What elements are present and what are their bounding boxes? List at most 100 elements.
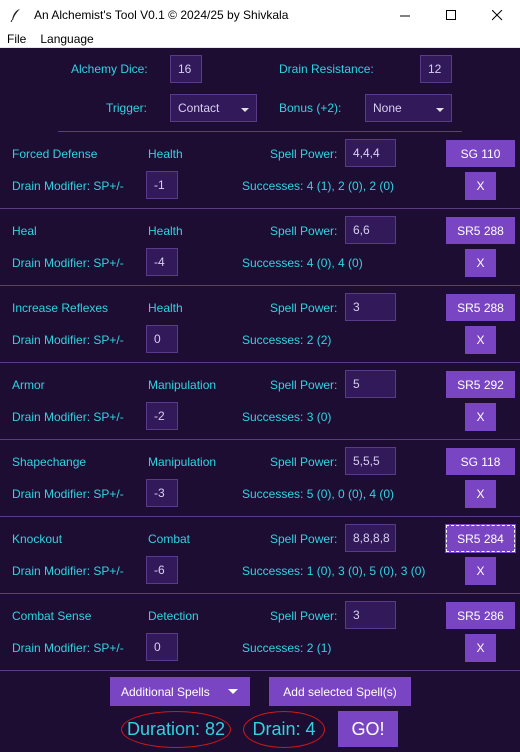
spell-power-input[interactable]: 4,4,4 xyxy=(345,139,396,167)
spell-successes: Successes: 4 (0), 4 (0) xyxy=(242,256,363,270)
feather-pen-icon xyxy=(8,7,24,23)
drain-modifier-input[interactable]: 0 xyxy=(146,633,178,661)
menu-language[interactable]: Language xyxy=(33,32,100,46)
drain-text: Drain: 4 xyxy=(252,719,316,739)
spell-power-label: Spell Power: xyxy=(270,378,338,392)
add-selected-spells-button[interactable]: Add selected Spell(s) xyxy=(269,677,411,706)
spell-row: Knockout Combat Spell Power: 8,8,8,8 SR5 284… xyxy=(0,517,520,594)
spell-successes: Successes: 1 (0), 3 (0), 5 (0), 3 (0) xyxy=(242,564,426,578)
spell-category: Health xyxy=(148,147,183,161)
remove-spell-button[interactable]: X xyxy=(465,480,496,508)
minimize-icon[interactable] xyxy=(382,0,428,30)
spell-row: Forced Defense Health Spell Power: 4,4,4 SG … xyxy=(0,132,520,209)
spell-source-button[interactable]: SG 110 xyxy=(446,140,515,167)
chevron-down-icon xyxy=(228,689,238,694)
drain-modifier-label: Drain Modifier: SP+/- xyxy=(12,333,124,347)
remove-spell-button[interactable]: X xyxy=(465,634,496,662)
spell-power-input[interactable]: 5 xyxy=(345,370,396,398)
spell-power-input[interactable]: 6,6 xyxy=(345,216,396,244)
drain-resistance-label: Drain Resistance: xyxy=(279,62,374,76)
drain-modifier-input[interactable]: -1 xyxy=(146,171,178,199)
drain-modifier-input[interactable]: -4 xyxy=(146,248,178,276)
drain-modifier-label: Drain Modifier: SP+/- xyxy=(12,256,124,270)
drain-resistance-input[interactable]: 12 xyxy=(420,55,452,83)
spell-successes: Successes: 5 (0), 0 (0), 4 (0) xyxy=(242,487,395,501)
trigger-value: Contact xyxy=(178,101,220,115)
duration-readout: Duration: 82 xyxy=(121,711,231,748)
bonus-dropdown[interactable]: None xyxy=(365,94,452,122)
spell-row: Shapechange Manipulation Spell Power: 5,5,5… xyxy=(0,440,520,517)
menu-file[interactable]: File xyxy=(0,32,33,46)
spell-successes: Successes: 2 (2) xyxy=(242,333,332,347)
close-icon[interactable] xyxy=(474,0,520,30)
spell-power-label: Spell Power: xyxy=(270,609,338,623)
spell-power-label: Spell Power: xyxy=(270,455,338,469)
alchemy-dice-label: Alchemy Dice: xyxy=(71,62,148,76)
spell-power-label: Spell Power: xyxy=(270,147,338,161)
remove-spell-button[interactable]: X xyxy=(465,326,496,354)
spell-row: Heal Health Spell Power: 6,6 SR5 288 Drain Mo… xyxy=(0,209,520,286)
spell-power-input[interactable]: 8,8,8,8 xyxy=(345,524,396,552)
spell-name: Heal xyxy=(12,224,37,238)
spell-category: Detection xyxy=(148,609,199,623)
spell-power-label: Spell Power: xyxy=(270,301,338,315)
drain-modifier-label: Drain Modifier: SP+/- xyxy=(12,641,124,655)
drain-modifier-label: Drain Modifier: SP+/- xyxy=(12,410,124,424)
spell-successes: Successes: 4 (1), 2 (0), 2 (0) xyxy=(242,179,395,193)
duration-text: Duration: 82 xyxy=(126,719,226,739)
drain-modifier-label: Drain Modifier: SP+/- xyxy=(12,487,124,501)
additional-spells-label: Additional Spells xyxy=(121,684,210,699)
spell-source-button[interactable]: SR5 288 xyxy=(446,217,515,244)
spell-category: Combat xyxy=(148,532,191,546)
trigger-dropdown[interactable]: Contact xyxy=(170,94,257,122)
remove-spell-button[interactable]: X xyxy=(465,557,496,585)
spell-name: Forced Defense xyxy=(12,147,98,161)
spell-power-input[interactable]: 3 xyxy=(345,601,396,629)
spell-category: Health xyxy=(148,224,183,238)
drain-modifier-label: Drain Modifier: SP+/- xyxy=(12,564,124,578)
maximize-icon[interactable] xyxy=(428,0,474,30)
additional-spells-dropdown[interactable]: Additional Spells xyxy=(110,677,250,706)
alchemy-dice-input[interactable]: 16 xyxy=(170,55,202,83)
spell-successes: Successes: 2 (1) xyxy=(242,641,332,655)
main-panel: Alchemy Dice: 16 Drain Resistance: 12 Tr… xyxy=(0,48,520,752)
spell-source-button[interactable]: SR5 292 xyxy=(446,371,515,398)
spell-successes: Successes: 3 (0) xyxy=(242,410,332,424)
bonus-label: Bonus (+2): xyxy=(279,101,342,115)
spell-name: Knockout xyxy=(12,532,63,546)
chevron-down-icon xyxy=(436,108,444,112)
spell-separator xyxy=(0,670,520,671)
spell-power-input[interactable]: 5,5,5 xyxy=(345,447,396,475)
spell-power-input[interactable]: 3 xyxy=(345,293,396,321)
spell-row: Combat Sense Detection Spell Power: 3 SR5 28… xyxy=(0,594,520,671)
spell-power-label: Spell Power: xyxy=(270,224,338,238)
spell-category: Manipulation xyxy=(148,378,217,392)
drain-modifier-input[interactable]: -2 xyxy=(146,402,178,430)
spell-category: Manipulation xyxy=(148,455,217,469)
spell-row: Increase Reflexes Health Spell Power: 3 SR5 … xyxy=(0,286,520,363)
spell-source-button[interactable]: SR5 288 xyxy=(446,294,515,321)
remove-spell-button[interactable]: X xyxy=(465,172,496,200)
drain-modifier-input[interactable]: 0 xyxy=(146,325,178,353)
chevron-down-icon xyxy=(241,108,249,112)
spell-category: Health xyxy=(148,301,183,315)
remove-spell-button[interactable]: X xyxy=(465,249,496,277)
title-bar: An Alchemist's Tool V0.1 © 2024/25 by Sh… xyxy=(0,0,520,30)
trigger-label: Trigger: xyxy=(106,101,147,115)
go-button[interactable]: GO! xyxy=(338,711,398,747)
drain-modifier-label: Drain Modifier: SP+/- xyxy=(12,179,124,193)
spell-power-label: Spell Power: xyxy=(270,532,338,546)
drain-modifier-input[interactable]: -3 xyxy=(146,479,178,507)
drain-readout: Drain: 4 xyxy=(243,711,325,748)
spell-name: Armor xyxy=(12,378,45,392)
spell-source-button[interactable]: SR5 284 xyxy=(445,524,516,553)
spell-source-button[interactable]: SR5 286 xyxy=(446,602,515,629)
spell-row: Armor Manipulation Spell Power: 5 SR5 292 Dra… xyxy=(0,363,520,440)
drain-modifier-input[interactable]: -6 xyxy=(146,556,178,584)
bonus-value: None xyxy=(373,101,402,115)
spell-source-button[interactable]: SG 118 xyxy=(446,448,515,475)
spell-name: Shapechange xyxy=(12,455,87,469)
remove-spell-button[interactable]: X xyxy=(465,403,496,431)
spell-name: Increase Reflexes xyxy=(12,301,109,315)
window-title: An Alchemist's Tool V0.1 © 2024/25 by Sh… xyxy=(34,8,289,22)
